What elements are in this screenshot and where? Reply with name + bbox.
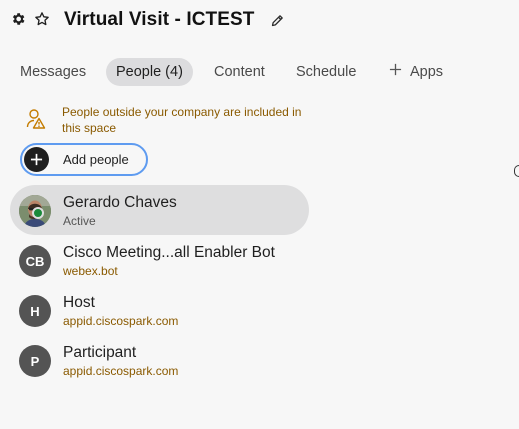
external-people-icon	[26, 108, 46, 130]
avatar: H	[19, 295, 51, 327]
add-people-button[interactable]: Add people	[20, 143, 148, 176]
star-icon[interactable]	[33, 8, 51, 30]
plus-icon	[389, 58, 402, 86]
external-notice-text: People outside your company are included…	[62, 105, 302, 135]
tab-apps[interactable]: Apps	[389, 58, 443, 86]
avatar: P	[19, 345, 51, 377]
person-name: Cisco Meeting...all Enabler Bot	[63, 244, 275, 261]
tab-apps-label: Apps	[410, 64, 444, 80]
pencil-icon[interactable]	[268, 11, 286, 29]
person-name: Gerardo Chaves	[63, 194, 177, 211]
person-subtitle: appid.ciscospark.com	[63, 314, 179, 328]
add-people-label: Add people	[63, 152, 129, 167]
tab-people[interactable]: People (4)	[106, 58, 193, 86]
plus-icon	[24, 147, 49, 172]
space-title: Virtual Visit - ICTEST	[64, 9, 255, 30]
person-name: Participant	[63, 344, 137, 361]
person-row[interactable]: P Participant appid.ciscospark.com	[10, 335, 309, 385]
edge-fragment	[514, 165, 519, 177]
tab-content[interactable]: Content	[214, 58, 265, 86]
tab-bar: Messages People (4) Content Schedule App…	[0, 58, 519, 86]
person-row[interactable]: CB Cisco Meeting...all Enabler Bot webex…	[10, 235, 309, 285]
presence-status-icon	[32, 207, 44, 219]
person-name: Host	[63, 294, 95, 311]
person-row[interactable]: Gerardo Chaves Active	[10, 185, 309, 235]
external-notice: People outside your company are included…	[26, 104, 326, 136]
person-subtitle: webex.bot	[63, 264, 118, 278]
space-header: Virtual Visit - ICTEST	[0, 0, 519, 44]
person-subtitle: appid.ciscospark.com	[63, 364, 179, 378]
tab-schedule[interactable]: Schedule	[296, 58, 356, 86]
gear-icon[interactable]	[9, 8, 27, 30]
person-row[interactable]: H Host appid.ciscospark.com	[10, 285, 309, 335]
tab-messages[interactable]: Messages	[20, 58, 86, 86]
avatar: CB	[19, 245, 51, 277]
person-subtitle: Active	[63, 214, 96, 228]
